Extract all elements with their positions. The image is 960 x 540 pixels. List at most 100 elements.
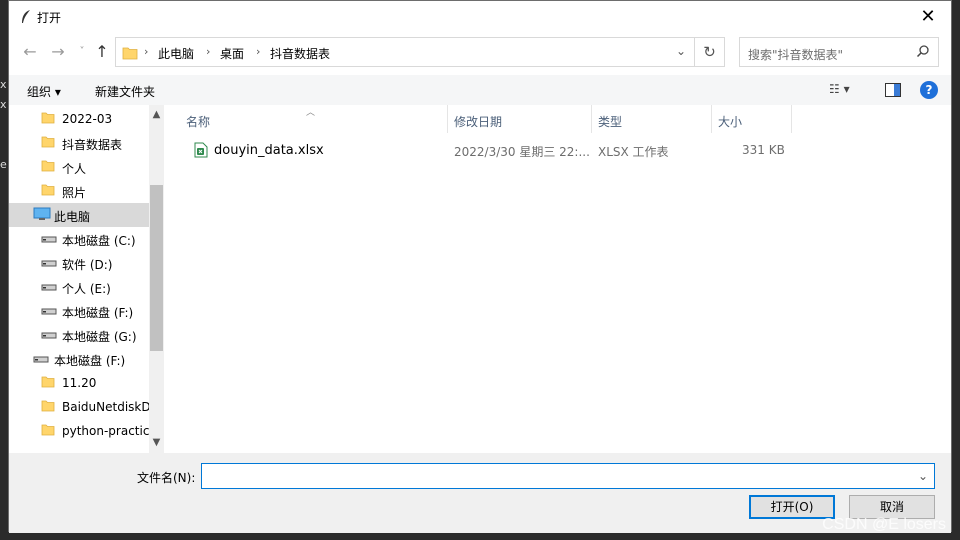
- folder-icon: [122, 47, 138, 60]
- sidebar-item[interactable]: 照片: [9, 179, 149, 203]
- file-size: 331 KB: [742, 143, 785, 157]
- sidebar-item[interactable]: 抖音数据表: [9, 131, 149, 155]
- sidebar-item[interactable]: 本地磁盘 (F:): [9, 299, 149, 323]
- drive-icon: [41, 327, 57, 344]
- background-fragment: x: [0, 98, 7, 111]
- watermark: CSDN @E losers: [822, 516, 946, 533]
- drive-icon: [41, 303, 57, 320]
- file-type: XLSX 工作表: [598, 145, 669, 159]
- breadcrumb-this-pc[interactable]: 此电脑: [158, 45, 194, 62]
- drive-icon: [33, 351, 49, 368]
- navigation-scrollbar[interactable]: ▲ ▼: [149, 105, 164, 453]
- dialog-footer: 文件名(N): ⌄ 打开(O) 取消: [9, 453, 951, 533]
- sidebar-item[interactable]: 本地磁盘 (F:): [9, 347, 149, 371]
- sidebar-item-label: 本地磁盘 (F:): [54, 354, 126, 368]
- sidebar-item-label: 个人: [62, 162, 87, 176]
- up-button[interactable]: ↑: [91, 41, 113, 63]
- new-folder-button[interactable]: 新建文件夹: [95, 83, 155, 100]
- breadcrumb-separator: ›: [256, 45, 261, 58]
- column-divider[interactable]: [711, 105, 712, 133]
- sidebar-item-label: 11.20: [62, 376, 97, 390]
- column-header-modified[interactable]: 修改日期: [454, 113, 502, 130]
- window-title: 打开: [37, 11, 62, 25]
- search-icon: [916, 45, 929, 58]
- sidebar-item[interactable]: 2022-03: [9, 107, 149, 131]
- sidebar-item[interactable]: 个人 (E:): [9, 275, 149, 299]
- folder-icon: [41, 399, 55, 416]
- file-list: ︿ 名称 修改日期 类型 大小 douyin_data.xlsx 2022/3/…: [164, 105, 951, 453]
- recent-locations-button[interactable]: ˅: [71, 41, 93, 63]
- breadcrumb-separator: ›: [206, 45, 211, 58]
- sidebar-item[interactable]: 本地磁盘 (C:): [9, 227, 149, 251]
- breadcrumb-desktop[interactable]: 桌面: [220, 45, 244, 62]
- sidebar-item-label: BaiduNetdiskD: [62, 400, 151, 414]
- drive-icon: [41, 231, 57, 248]
- chevron-down-icon[interactable]: ⌄: [676, 44, 686, 58]
- sidebar-item-label: 本地磁盘 (G:): [62, 330, 137, 344]
- sidebar-item-label: python-practic: [62, 424, 150, 438]
- command-bar: 组织 ▾ 新建文件夹 ☷ ▾ ?: [9, 75, 951, 105]
- view-options-button[interactable]: ☷ ▾: [829, 82, 850, 96]
- back-button[interactable]: ←: [19, 41, 41, 63]
- sidebar-item-label: 2022-03: [62, 112, 113, 126]
- file-name: douyin_data.xlsx: [214, 143, 324, 158]
- sidebar-item-label: 个人 (E:): [62, 282, 111, 296]
- sidebar-item[interactable]: 本地磁盘 (G:): [9, 323, 149, 347]
- search-box[interactable]: 搜索"抖音数据表": [739, 37, 939, 67]
- scroll-down-arrow[interactable]: ▼: [149, 435, 164, 451]
- filename-combobox[interactable]: ⌄: [201, 463, 935, 489]
- table-row[interactable]: douyin_data.xlsx 2022/3/30 星期三 22:... XL…: [182, 139, 785, 161]
- column-header-size[interactable]: 大小: [718, 113, 742, 130]
- title-bar: 打开 ✕: [9, 1, 951, 33]
- refresh-button[interactable]: ↻: [695, 37, 725, 67]
- drive-icon: [41, 255, 57, 272]
- drive-icon: [41, 279, 57, 296]
- folder-icon: [41, 135, 55, 152]
- sidebar-item-label: 照片: [62, 186, 87, 200]
- organize-button[interactable]: 组织 ▾: [27, 83, 61, 100]
- chevron-down-icon[interactable]: ⌄: [918, 469, 928, 483]
- navigation-pane: python-practic BaiduNetdiskD 11.20 本地磁盘 (F:…: [9, 105, 164, 453]
- breadcrumb-douyin-folder[interactable]: 抖音数据表: [270, 45, 330, 62]
- folder-icon: [41, 423, 55, 440]
- excel-file-icon: [194, 142, 208, 158]
- column-divider[interactable]: [791, 105, 792, 133]
- sidebar-item[interactable]: 此电脑: [9, 203, 149, 227]
- feather-icon: [22, 10, 30, 23]
- preview-pane-icon[interactable]: [885, 83, 901, 97]
- sidebar-item-label: 本地磁盘 (F:): [62, 306, 134, 320]
- sidebar-item[interactable]: python-practic: [9, 419, 149, 443]
- folder-icon: [41, 159, 55, 176]
- background-fragment: e: [0, 158, 7, 171]
- sidebar-item[interactable]: 软件 (D:): [9, 251, 149, 275]
- column-divider[interactable]: [591, 105, 592, 133]
- sidebar-item-label: 此电脑: [54, 210, 91, 224]
- filename-input[interactable]: [206, 465, 910, 489]
- close-button[interactable]: ✕: [905, 1, 951, 33]
- breadcrumb-separator: ›: [144, 45, 149, 58]
- computer-icon: [33, 207, 51, 224]
- sidebar-item-label: 抖音数据表: [62, 138, 123, 152]
- filename-label: 文件名(N):: [137, 471, 196, 485]
- file-modified: 2022/3/30 星期三 22:...: [454, 145, 590, 159]
- help-icon[interactable]: ?: [920, 81, 938, 99]
- sort-ascending-icon: ︿: [306, 108, 316, 118]
- scroll-up-arrow[interactable]: ▲: [149, 107, 164, 123]
- folder-icon: [41, 183, 55, 200]
- sidebar-item[interactable]: 个人: [9, 155, 149, 179]
- column-divider[interactable]: [447, 105, 448, 133]
- column-header-type[interactable]: 类型: [598, 113, 622, 130]
- sidebar-item-label: 本地磁盘 (C:): [62, 234, 136, 248]
- folder-icon: [41, 375, 55, 392]
- background-fragment: x: [0, 78, 7, 91]
- open-file-dialog: 打开 ✕ ← → ˅ ↑ › 此电脑 › 桌面 › 抖音数据表 ⌄ ↻ 搜索"抖…: [8, 0, 952, 533]
- forward-button[interactable]: →: [47, 41, 69, 63]
- sidebar-item[interactable]: 11.20: [9, 371, 149, 395]
- search-placeholder: 搜索"抖音数据表": [748, 48, 844, 62]
- column-header-name[interactable]: 名称: [186, 113, 210, 130]
- folder-icon: [41, 111, 55, 128]
- scrollbar-thumb[interactable]: [150, 185, 163, 351]
- sidebar-item-label: 软件 (D:): [62, 258, 113, 272]
- sidebar-item[interactable]: BaiduNetdiskD: [9, 395, 151, 419]
- address-bar[interactable]: › 此电脑 › 桌面 › 抖音数据表 ⌄: [115, 37, 695, 67]
